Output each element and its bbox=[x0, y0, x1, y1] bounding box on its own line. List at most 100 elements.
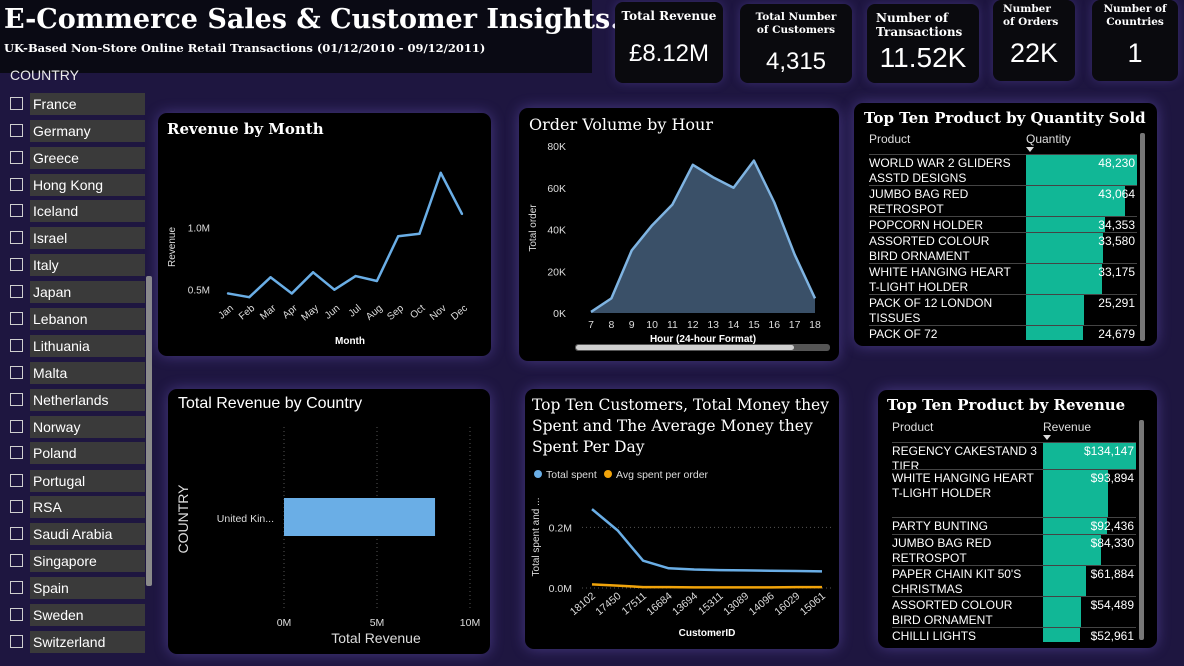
slicer-checkbox[interactable] bbox=[10, 446, 23, 459]
slicer-item[interactable]: France bbox=[9, 93, 153, 115]
slicer-checkbox[interactable] bbox=[10, 474, 23, 487]
product-value: 33,580 bbox=[1098, 234, 1135, 248]
column-header-quantity[interactable]: Quantity bbox=[1026, 132, 1071, 146]
slicer-checkbox[interactable] bbox=[10, 339, 23, 352]
slicer-checkbox[interactable] bbox=[10, 527, 23, 540]
x-tick-label: 5M bbox=[370, 617, 385, 629]
kpi-countries[interactable]: Number of Countries 1 bbox=[1092, 0, 1178, 81]
slicer-item-label: Portugal bbox=[30, 470, 153, 492]
table-row[interactable]: JUMBO BAG RED RETROSPOT 43,064 bbox=[869, 185, 1137, 217]
slicer-item[interactable]: Netherlands bbox=[9, 389, 153, 411]
slicer-item[interactable]: Germany bbox=[9, 119, 153, 142]
slicer-checkbox[interactable] bbox=[10, 258, 23, 271]
slicer-item[interactable]: RSA bbox=[9, 496, 153, 518]
slicer-item[interactable]: Iceland bbox=[9, 200, 153, 222]
slicer-checkbox[interactable] bbox=[10, 635, 23, 648]
product-name: ASSORTED COLOUR BIRD ORNAMENT bbox=[892, 598, 1013, 627]
product-value: 48,230 bbox=[1098, 156, 1135, 170]
table-row[interactable]: REGENCY CAKESTAND 3 TIER $134,147 bbox=[892, 442, 1136, 473]
slicer-item[interactable]: Israel bbox=[9, 227, 153, 249]
x-tick-label: Sep bbox=[385, 303, 406, 323]
slicer-item[interactable]: Lithuania bbox=[9, 335, 153, 357]
slicer-scrollbar[interactable] bbox=[146, 276, 152, 586]
slicer-checkbox[interactable] bbox=[10, 393, 23, 406]
table-row[interactable]: WHITE HANGING HEART T-LIGHT HOLDER 33,175 bbox=[869, 263, 1137, 295]
slicer-item-label: Japan bbox=[30, 281, 153, 303]
slicer-checkbox[interactable] bbox=[10, 500, 23, 513]
slicer-item[interactable]: Sweden bbox=[9, 604, 153, 626]
data-point bbox=[375, 279, 379, 283]
table-row[interactable]: WHITE HANGING HEART T-LIGHT HOLDER $93,89… bbox=[892, 469, 1136, 518]
table-row[interactable]: JUMBO BAG RED RETROSPOT $84,330 bbox=[892, 534, 1136, 566]
slicer-checkbox[interactable] bbox=[10, 177, 23, 191]
y-tick-label: 0.5M bbox=[188, 286, 210, 297]
kpi-value: 4,315 bbox=[765, 48, 827, 75]
x-tick-label: 10M bbox=[460, 617, 480, 629]
table-scrollbar[interactable] bbox=[1140, 133, 1145, 341]
slicer-item-label: France bbox=[30, 93, 153, 115]
table-row[interactable]: PACK OF 72 24,679 bbox=[869, 325, 1137, 340]
x-tick-label: Dec bbox=[449, 303, 470, 323]
slicer-checkbox[interactable] bbox=[10, 151, 23, 164]
kpi-total-customers[interactable]: Total Number of Customers 4,315 bbox=[740, 4, 852, 83]
slicer-item[interactable]: Malta bbox=[9, 362, 153, 384]
slicer-item-label: Poland bbox=[30, 442, 153, 464]
slicer-checkbox[interactable] bbox=[10, 204, 23, 217]
column-header-product[interactable]: Product bbox=[892, 420, 933, 434]
y-tick-label: 20K bbox=[547, 266, 566, 278]
slicer-checkbox[interactable] bbox=[10, 554, 23, 567]
slicer-item[interactable]: Saudi Arabia bbox=[9, 523, 153, 545]
slicer-item[interactable]: Poland bbox=[9, 442, 153, 464]
product-value: 25,291 bbox=[1098, 296, 1135, 310]
x-tick-label: Jul bbox=[347, 303, 364, 320]
table-row[interactable]: POPCORN HOLDER 34,353 bbox=[869, 216, 1137, 233]
product-value: $92,436 bbox=[1090, 519, 1134, 533]
product-value: $54,489 bbox=[1090, 598, 1134, 612]
avg-spent-line bbox=[591, 583, 822, 589]
slicer-checkbox[interactable] bbox=[10, 231, 23, 244]
slicer-item-label: Singapore bbox=[30, 550, 153, 572]
slicer-item[interactable]: Portugal bbox=[9, 470, 153, 492]
slicer-item[interactable]: Singapore bbox=[9, 550, 153, 572]
revenue-by-country-card: Total Revenue by Country United Kin... CO… bbox=[168, 389, 490, 654]
table-row[interactable]: PARTY BUNTING $92,436 bbox=[892, 517, 1136, 535]
table-row[interactable]: PAPER CHAIN KIT 50'S CHRISTMAS $61,884 bbox=[892, 565, 1136, 597]
horizontal-scrollbar[interactable] bbox=[576, 345, 794, 350]
kpi-transactions[interactable]: Number of Transactions 11.52K bbox=[867, 4, 979, 83]
table-row[interactable]: ASSORTED COLOUR BIRD ORNAMENT $54,489 bbox=[892, 596, 1136, 628]
slicer-item[interactable]: Lebanon bbox=[9, 308, 153, 330]
slicer-checkbox[interactable] bbox=[10, 366, 23, 379]
column-header-revenue[interactable]: Revenue bbox=[1043, 420, 1091, 434]
slicer-item[interactable]: Switzerland bbox=[9, 631, 153, 653]
x-tick-label: Nov bbox=[428, 303, 449, 323]
table-scrollbar[interactable] bbox=[1139, 420, 1144, 640]
slicer-item[interactable]: Japan bbox=[9, 281, 153, 303]
data-point bbox=[269, 276, 272, 279]
slicer-item-label: Switzerland bbox=[30, 631, 153, 653]
slicer-checkbox[interactable] bbox=[10, 312, 23, 325]
kpi-value: 22K bbox=[1009, 38, 1059, 68]
sort-descending-icon[interactable] bbox=[1026, 147, 1034, 152]
table-row[interactable]: PACK OF 12 LONDON TISSUES 25,291 bbox=[869, 294, 1137, 326]
slicer-checkbox[interactable] bbox=[10, 420, 23, 433]
revenue-by-month-card: Revenue by Month 0.5M 1.0M Revenue Jan Feb Ma… bbox=[158, 113, 491, 356]
column-header-product[interactable]: Product bbox=[869, 132, 910, 146]
slicer-checkbox[interactable] bbox=[10, 581, 23, 594]
product-value: $93,894 bbox=[1090, 471, 1134, 485]
slicer-checkbox[interactable] bbox=[10, 97, 23, 110]
slicer-checkbox[interactable] bbox=[10, 285, 23, 298]
table-row[interactable]: WORLD WAR 2 GLIDERS ASSTD DESIGNS 48,230 bbox=[869, 154, 1137, 186]
slicer-item[interactable]: Italy bbox=[9, 254, 153, 276]
slicer-checkbox[interactable] bbox=[10, 608, 23, 621]
slicer-item[interactable]: Greece bbox=[9, 147, 153, 169]
slicer-item[interactable]: Spain bbox=[9, 577, 153, 599]
sort-descending-icon[interactable] bbox=[1043, 435, 1051, 440]
table-row[interactable]: ASSORTED COLOUR BIRD ORNAMENT 33,580 bbox=[869, 232, 1137, 264]
kpi-orders[interactable]: Number of Orders 22K bbox=[993, 0, 1075, 81]
slicer-item[interactable]: Hong Kong bbox=[9, 173, 153, 196]
slicer-checkbox[interactable] bbox=[10, 123, 23, 137]
y-tick-label: United Kin... bbox=[217, 513, 274, 525]
table-row[interactable]: CHILLI LIGHTS $52,961 bbox=[892, 627, 1136, 642]
kpi-total-revenue[interactable]: Total Revenue £8.12M bbox=[615, 2, 723, 83]
slicer-item[interactable]: Norway bbox=[9, 416, 153, 438]
